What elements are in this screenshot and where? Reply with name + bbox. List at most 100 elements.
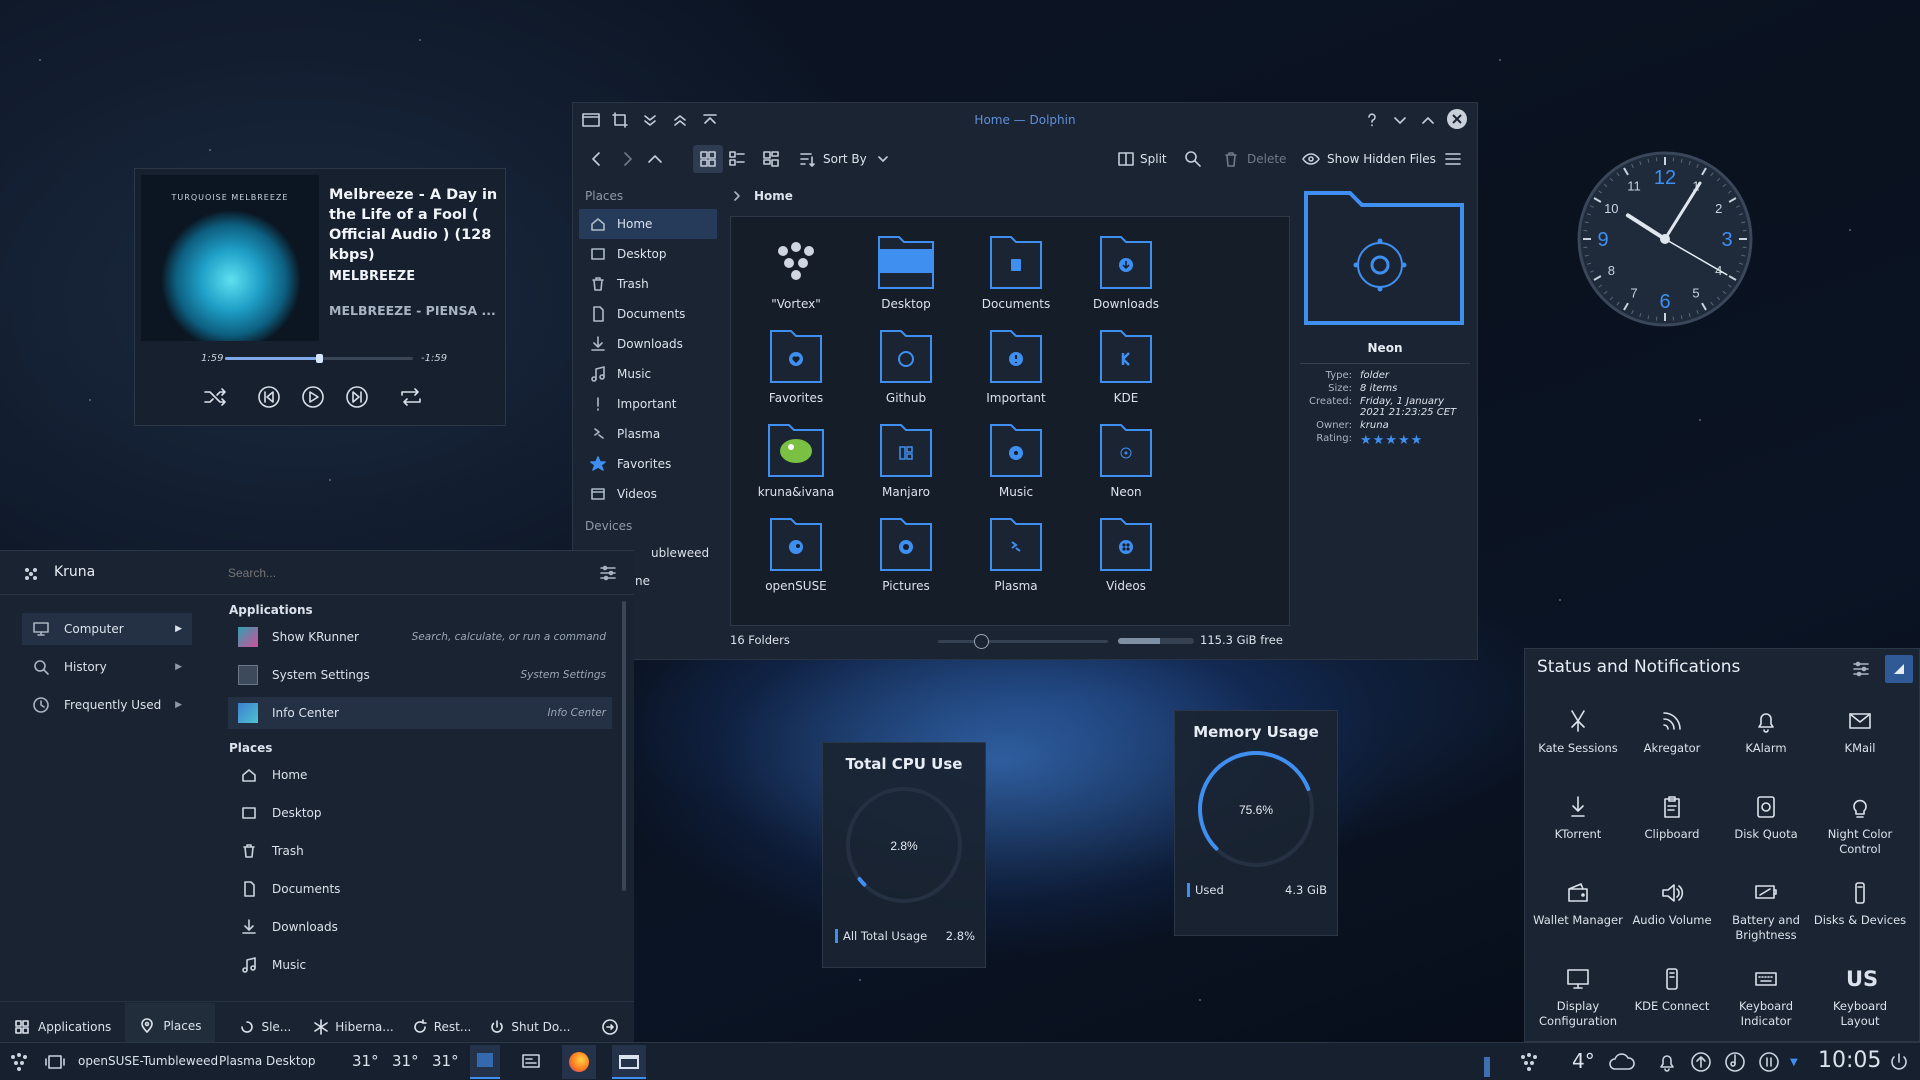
status-item[interactable]: KDE Connect xyxy=(1625,965,1719,1014)
sort-by-button[interactable]: Sort By xyxy=(797,149,891,169)
launcher-place-documents[interactable]: Documents xyxy=(228,873,612,905)
status-item[interactable]: US Keyboard Layout xyxy=(1813,965,1907,1029)
place-important[interactable]: Important xyxy=(573,389,723,419)
file-item[interactable]: Music xyxy=(961,419,1071,499)
pin-panel-button[interactable] xyxy=(1885,655,1913,683)
file-item[interactable]: openSUSE xyxy=(741,513,851,593)
file-item[interactable]: Downloads xyxy=(1071,231,1181,311)
file-item[interactable]: Neon xyxy=(1071,419,1181,499)
sleep-button[interactable]: Sle... xyxy=(239,1019,291,1035)
zoom-handle[interactable] xyxy=(973,634,989,649)
place-favorites[interactable]: Favorites xyxy=(573,449,723,479)
place-plasma[interactable]: Plasma xyxy=(573,419,723,449)
status-item[interactable]: Clipboard xyxy=(1625,793,1719,842)
launcher-place-trash[interactable]: Trash xyxy=(228,835,612,867)
launcher-config-button[interactable] xyxy=(598,563,618,583)
seek-slider[interactable] xyxy=(225,354,413,363)
launcher-scrollbar[interactable] xyxy=(622,601,626,891)
status-item[interactable]: Disk Quota xyxy=(1719,793,1813,842)
app-system-settings[interactable]: System Settings System Settings xyxy=(228,659,612,691)
forward-button[interactable] xyxy=(617,149,637,169)
app-show-krunner[interactable]: Show KRunner Search, calculate, or run a… xyxy=(228,621,612,653)
launcher-place-desktop[interactable]: Desktop xyxy=(228,797,612,829)
status-item[interactable]: Night Color Control xyxy=(1813,793,1907,857)
hamburger-menu-button[interactable] xyxy=(1443,149,1463,169)
category-frequently-used[interactable]: Frequently Used ▶ xyxy=(22,689,192,721)
category-computer[interactable]: Computer ▶ xyxy=(22,613,192,645)
status-config-button[interactable] xyxy=(1851,659,1871,679)
zoom-slider[interactable] xyxy=(938,634,1108,649)
activity-name[interactable]: openSUSE-Tumbleweed xyxy=(78,1054,218,1068)
keep-above-button[interactable] xyxy=(671,111,689,129)
status-item[interactable]: KAlarm xyxy=(1719,707,1813,756)
play-button[interactable] xyxy=(299,383,327,411)
minimize-button[interactable] xyxy=(1391,111,1409,129)
show-hidden-files-button[interactable]: Show Hidden Files xyxy=(1301,149,1436,169)
tray-expand-button[interactable]: ▼ xyxy=(1790,1057,1798,1068)
notifications-button[interactable] xyxy=(1656,1051,1678,1073)
icons-view-button[interactable] xyxy=(693,145,723,173)
file-item[interactable]: KDE xyxy=(1071,325,1181,405)
file-item[interactable]: Important xyxy=(961,325,1071,405)
help-button[interactable] xyxy=(1363,111,1381,129)
shade-button[interactable] xyxy=(701,111,719,129)
launcher-search-input[interactable] xyxy=(228,561,578,585)
status-item[interactable]: Keyboard Indicator xyxy=(1719,965,1813,1029)
pin-button[interactable] xyxy=(611,111,629,129)
file-item[interactable]: Github xyxy=(851,325,961,405)
activity-switcher-button[interactable] xyxy=(44,1052,66,1072)
window-menu-button[interactable] xyxy=(581,111,601,129)
clock-time[interactable]: 10:05 xyxy=(1818,1048,1881,1073)
file-item[interactable]: Favorites xyxy=(741,325,851,405)
media-tray-button[interactable] xyxy=(1724,1051,1746,1073)
status-item[interactable]: KTorrent xyxy=(1531,793,1625,842)
delete-button[interactable]: Delete xyxy=(1221,149,1286,169)
weather-temperature[interactable]: 4° xyxy=(1572,1049,1595,1073)
place-videos[interactable]: Videos xyxy=(573,479,723,509)
place-trash[interactable]: Trash xyxy=(573,269,723,299)
status-item[interactable]: Wallet Manager xyxy=(1531,879,1625,928)
weather-button[interactable] xyxy=(1608,1051,1636,1073)
details-view-button[interactable] xyxy=(761,149,781,169)
updates-button[interactable] xyxy=(1690,1051,1712,1073)
status-item[interactable]: Kate Sessions xyxy=(1531,707,1625,756)
restart-button[interactable]: Rest... xyxy=(412,1018,471,1035)
status-item[interactable]: Display Configuration xyxy=(1531,965,1625,1029)
task-firefox[interactable] xyxy=(562,1045,596,1079)
app-info-center[interactable]: Info Center Info Center xyxy=(228,697,612,729)
previous-button[interactable] xyxy=(255,383,283,411)
hibernate-button[interactable]: Hiberna... xyxy=(313,1018,394,1035)
next-button[interactable] xyxy=(343,383,371,411)
pause-tray-button[interactable] xyxy=(1758,1051,1780,1073)
pager-indicator[interactable] xyxy=(1484,1057,1490,1077)
up-button[interactable] xyxy=(645,149,665,169)
launcher-place-music[interactable]: Music xyxy=(228,949,612,981)
place-desktop[interactable]: Desktop xyxy=(573,239,723,269)
close-button[interactable] xyxy=(1447,109,1467,129)
task-system-monitor[interactable] xyxy=(516,1045,546,1079)
seek-handle[interactable] xyxy=(316,354,323,363)
place-music[interactable]: Music xyxy=(573,359,723,389)
status-item[interactable]: KMail xyxy=(1813,707,1907,756)
keep-below-button[interactable] xyxy=(641,111,659,129)
file-item[interactable]: "Vortex" xyxy=(741,231,851,311)
file-item[interactable]: Documents xyxy=(961,231,1071,311)
place-home[interactable]: Home xyxy=(579,209,717,239)
shuffle-button[interactable] xyxy=(201,383,229,411)
task-dolphin[interactable] xyxy=(612,1045,646,1079)
maximize-button[interactable] xyxy=(1419,111,1437,129)
file-item[interactable]: Videos xyxy=(1071,513,1181,593)
shutdown-button[interactable]: Shut Do... xyxy=(489,1019,571,1035)
file-item[interactable]: Desktop xyxy=(851,231,961,311)
opensuse-tray-button[interactable] xyxy=(1518,1051,1540,1073)
repeat-button[interactable] xyxy=(397,383,425,411)
place-downloads[interactable]: Downloads xyxy=(573,329,723,359)
file-item[interactable]: kruna&ivana xyxy=(741,419,851,499)
search-button[interactable] xyxy=(1183,149,1203,169)
status-item[interactable]: Battery and Brightness xyxy=(1719,879,1813,943)
category-history[interactable]: History ▶ xyxy=(22,651,192,683)
breadcrumb-home[interactable]: Home xyxy=(754,189,793,203)
launcher-place-home[interactable]: Home xyxy=(228,759,612,791)
power-button[interactable] xyxy=(1888,1051,1910,1073)
file-item[interactable]: Manjaro xyxy=(851,419,961,499)
